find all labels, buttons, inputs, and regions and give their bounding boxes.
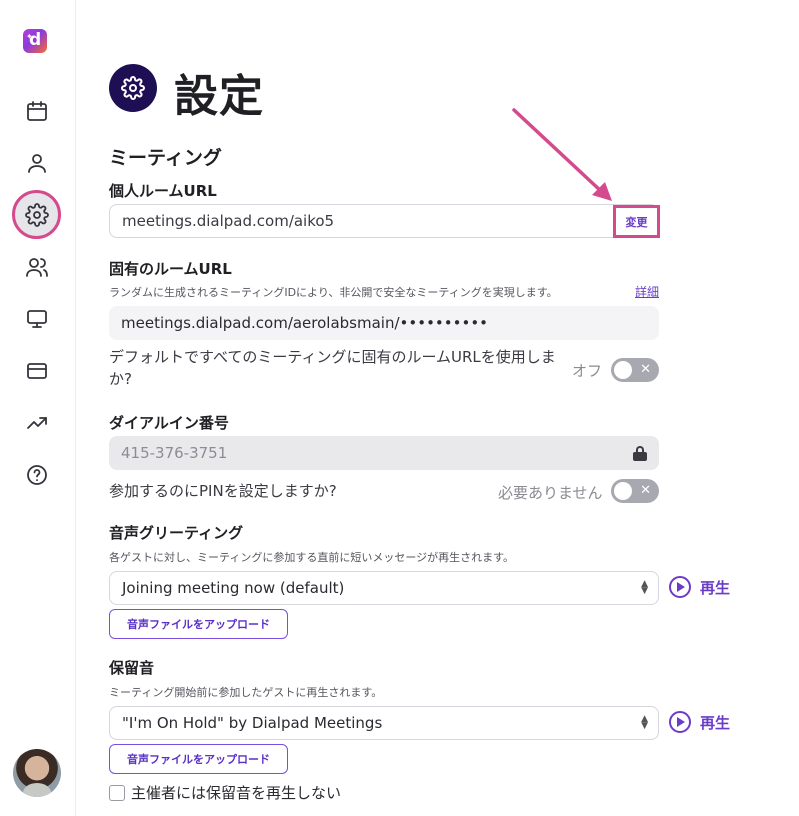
unique-room-toggle-state: オフ [572,362,603,380]
hold-music-help: ミーティング開始前に参加したゲストに再生されます。 [109,686,383,699]
greeting-selected-value: Joining meeting now (default) [122,579,345,597]
meeting-section-title: ミーティング [109,147,222,169]
pin-question: 参加するのにPINを設定しますか? [109,482,337,500]
trending-up-icon [27,417,47,429]
greeting-select[interactable]: Joining meeting now (default) ▲ ▼ [109,571,659,605]
greeting-play-label: 再生 [700,578,731,597]
settings-badge [109,64,157,112]
play-icon [669,576,691,598]
hold-music-play-label: 再生 [700,713,731,732]
settings-gear-icon [121,76,145,100]
nav-profile[interactable] [22,148,52,178]
nav-settings[interactable] [12,190,61,239]
logo-letter: d [29,30,42,50]
host-no-hold-music-checkbox[interactable]: 主催者には保留音を再生しない [109,782,341,803]
unique-room-url-field[interactable]: meetings.dialpad.com/aerolabsmain/••••••… [109,306,659,340]
chevron-up-down-icon: ▲ ▼ [641,714,648,731]
settings-main: 設定 ミーティング 個人ルームURL meetings.dialpad.com/… [77,0,799,816]
sidebar: ✦ d [0,0,76,816]
nav-calendar[interactable] [22,96,52,126]
default-unique-room-question-line1: デフォルトですべてのミーティングに固有のルームURLを使用しま [109,348,556,366]
unique-room-label: 固有のルームURL [109,260,232,278]
nav-rooms[interactable] [22,304,52,334]
hold-music-select[interactable]: "I'm On Hold" by Dialpad Meetings ▲ ▼ [109,706,659,740]
page-title: 設定 [174,71,264,122]
unique-room-toggle[interactable]: ✕ [611,358,659,382]
unique-room-help: ランダムに生成されるミーティングIDにより、非公開で安全なミーティングを実現しま… [109,286,558,299]
dial-in-label: ダイアルイン番号 [109,414,229,432]
help-icon [27,465,47,485]
monitor-icon [27,310,47,328]
calendar-icon [27,101,47,121]
nav-analytics[interactable] [22,408,52,438]
default-unique-room-question-line2: か? [109,370,132,388]
hold-music-label: 保留音 [109,659,155,677]
settings-gear-icon [24,202,49,227]
unique-room-url-value: meetings.dialpad.com/aerolabsmain/••••••… [121,314,489,332]
greeting-play-button[interactable]: 再生 [669,576,730,598]
greeting-upload-button[interactable]: 音声ファイルをアップロード [109,609,288,639]
checkbox[interactable] [109,784,125,801]
pin-toggle[interactable]: ✕ [611,479,659,503]
details-link[interactable]: 詳細 [635,283,659,300]
hold-music-play-button[interactable]: 再生 [669,711,730,733]
person-icon [28,154,46,173]
change-url-button[interactable]: 変更 [613,205,660,238]
close-icon: ✕ [640,362,651,377]
pin-toggle-state: 必要ありません [498,484,603,502]
personal-room-url-field[interactable]: meetings.dialpad.com/aiko5 [109,204,659,238]
play-icon [669,711,691,733]
hold-music-selected-value: "I'm On Hold" by Dialpad Meetings [122,714,383,732]
hold-music-upload-button[interactable]: 音声ファイルをアップロード [109,744,288,774]
personal-room-url-value: meetings.dialpad.com/aiko5 [122,212,335,230]
nav-help[interactable] [22,460,52,490]
personal-room-label: 個人ルームURL [109,182,217,200]
chevron-up-down-icon: ▲ ▼ [641,579,648,596]
dialpad-logo[interactable]: ✦ d [23,29,47,53]
toggle-knob [614,482,632,500]
dial-in-number-field: 415-376-3751 [109,436,659,470]
greeting-help: 各ゲストに対し、ミーティングに参加する直前に短いメッセージが再生されます。 [109,551,515,564]
greeting-label: 音声グリーティング [109,524,244,542]
default-unique-room-question: デフォルトですべてのミーティングに固有のルームURLを使用しま か? [109,346,589,390]
credit-card-icon [27,363,47,379]
lock-icon [633,446,647,461]
host-no-hold-music-label: 主催者には保留音を再生しない [131,784,342,802]
nav-billing[interactable] [22,356,52,386]
nav-contacts[interactable] [22,252,52,282]
users-icon [26,258,48,277]
toggle-knob [614,361,632,379]
user-avatar[interactable] [13,749,61,797]
close-icon: ✕ [640,483,651,498]
dial-in-number-value: 415-376-3751 [121,444,228,462]
